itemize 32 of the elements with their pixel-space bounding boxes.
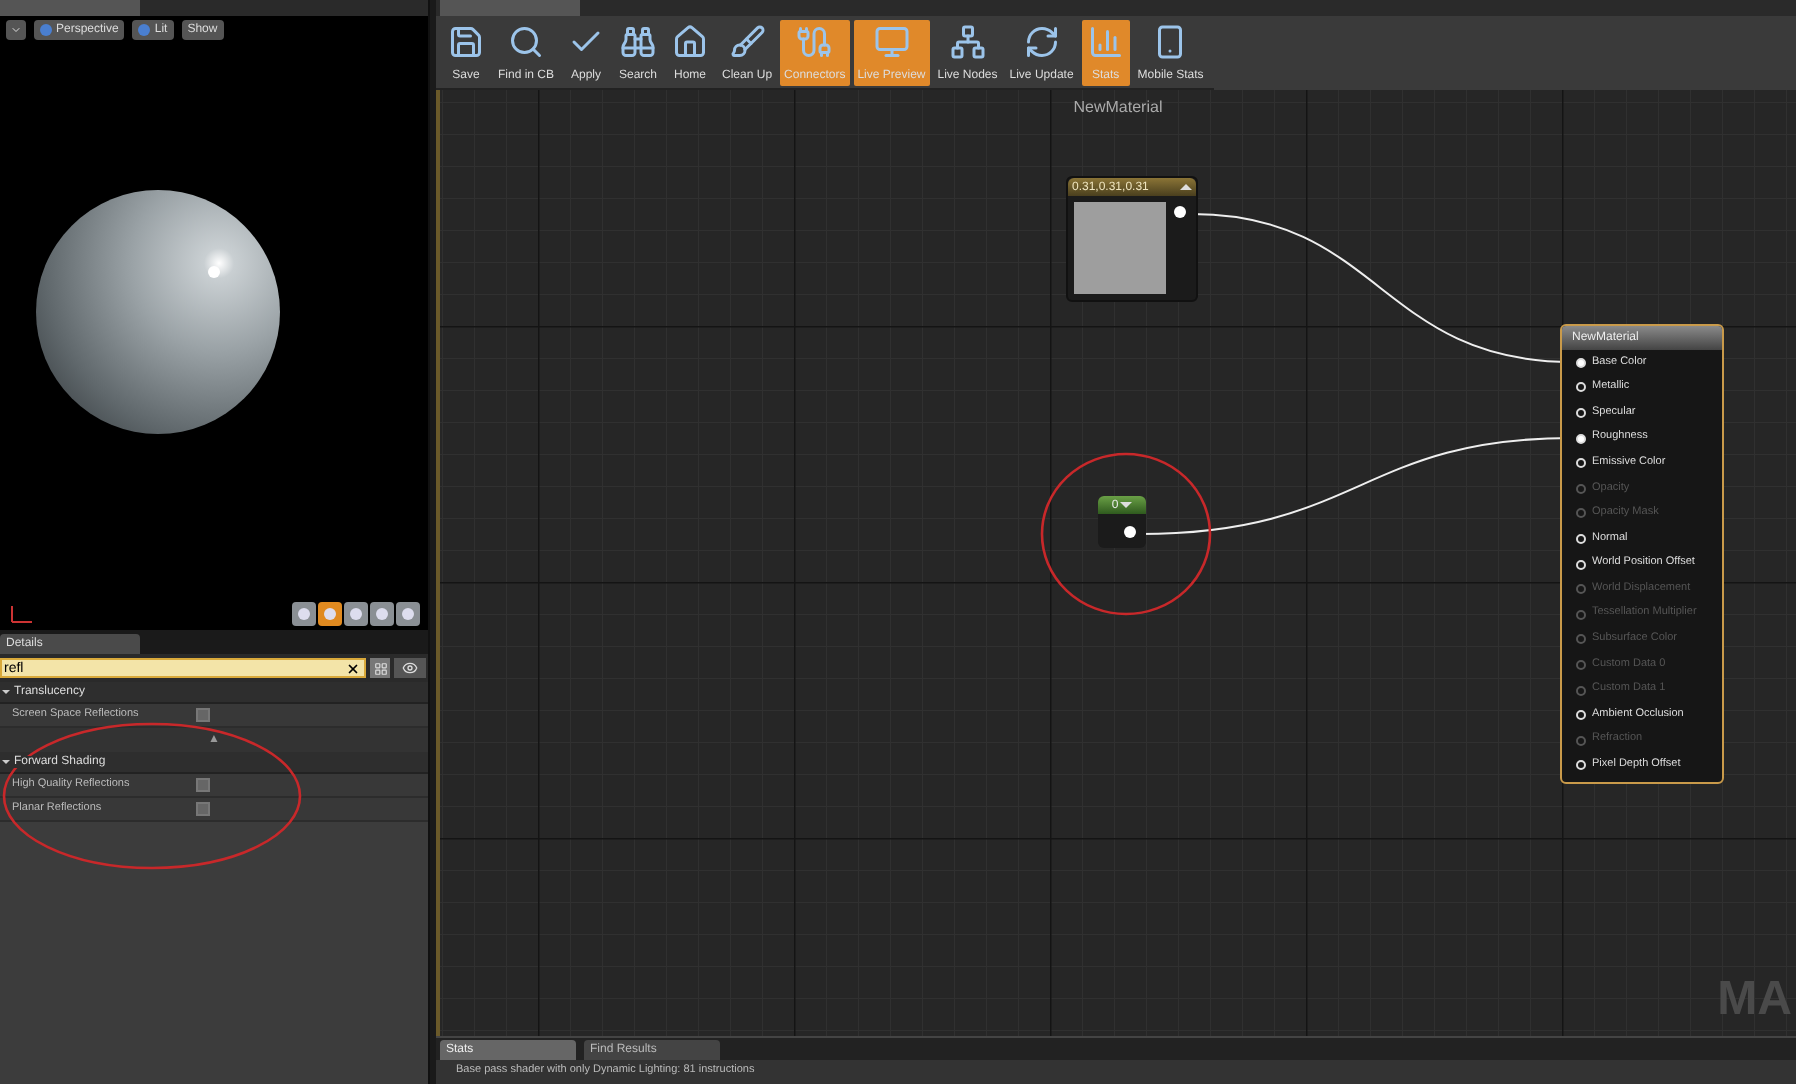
output-pin[interactable] [1174, 206, 1186, 218]
view-mode-button[interactable] [396, 602, 420, 626]
expander-icon[interactable] [2, 690, 10, 698]
toolbar-icon [1087, 23, 1124, 59]
toolbar-icon [620, 23, 657, 59]
toolbar-icon [1023, 23, 1060, 59]
view-mode-button[interactable] [292, 602, 316, 626]
clear-icon[interactable] [346, 661, 360, 675]
view-mode-button[interactable] [344, 602, 368, 626]
expander-icon[interactable] [2, 760, 10, 768]
checkbox[interactable] [196, 778, 210, 792]
property-matrix-button[interactable] [370, 658, 390, 678]
view-mode-button[interactable] [318, 602, 342, 626]
highlight [208, 265, 220, 277]
toolbar-icon [873, 23, 910, 59]
toolbar-icon [949, 23, 986, 59]
checkbox[interactable] [196, 802, 210, 816]
eye-icon [402, 660, 418, 676]
color-swatch [1074, 202, 1166, 294]
toolbar-icon [796, 23, 833, 59]
grid-icon [373, 661, 387, 675]
caret-icon [10, 24, 22, 36]
checkbox[interactable] [196, 708, 210, 722]
toolbar-icon [508, 23, 544, 59]
view-mode-button[interactable] [370, 602, 394, 626]
toolbar-icon [448, 23, 484, 59]
graph-title: NewMaterial [1073, 96, 1163, 120]
toolbar-icon [729, 23, 766, 59]
view-options-button[interactable] [394, 658, 426, 678]
output-pin[interactable] [1124, 525, 1136, 537]
viewport-options-button[interactable] [6, 20, 26, 40]
toolbar-icon [672, 23, 709, 59]
